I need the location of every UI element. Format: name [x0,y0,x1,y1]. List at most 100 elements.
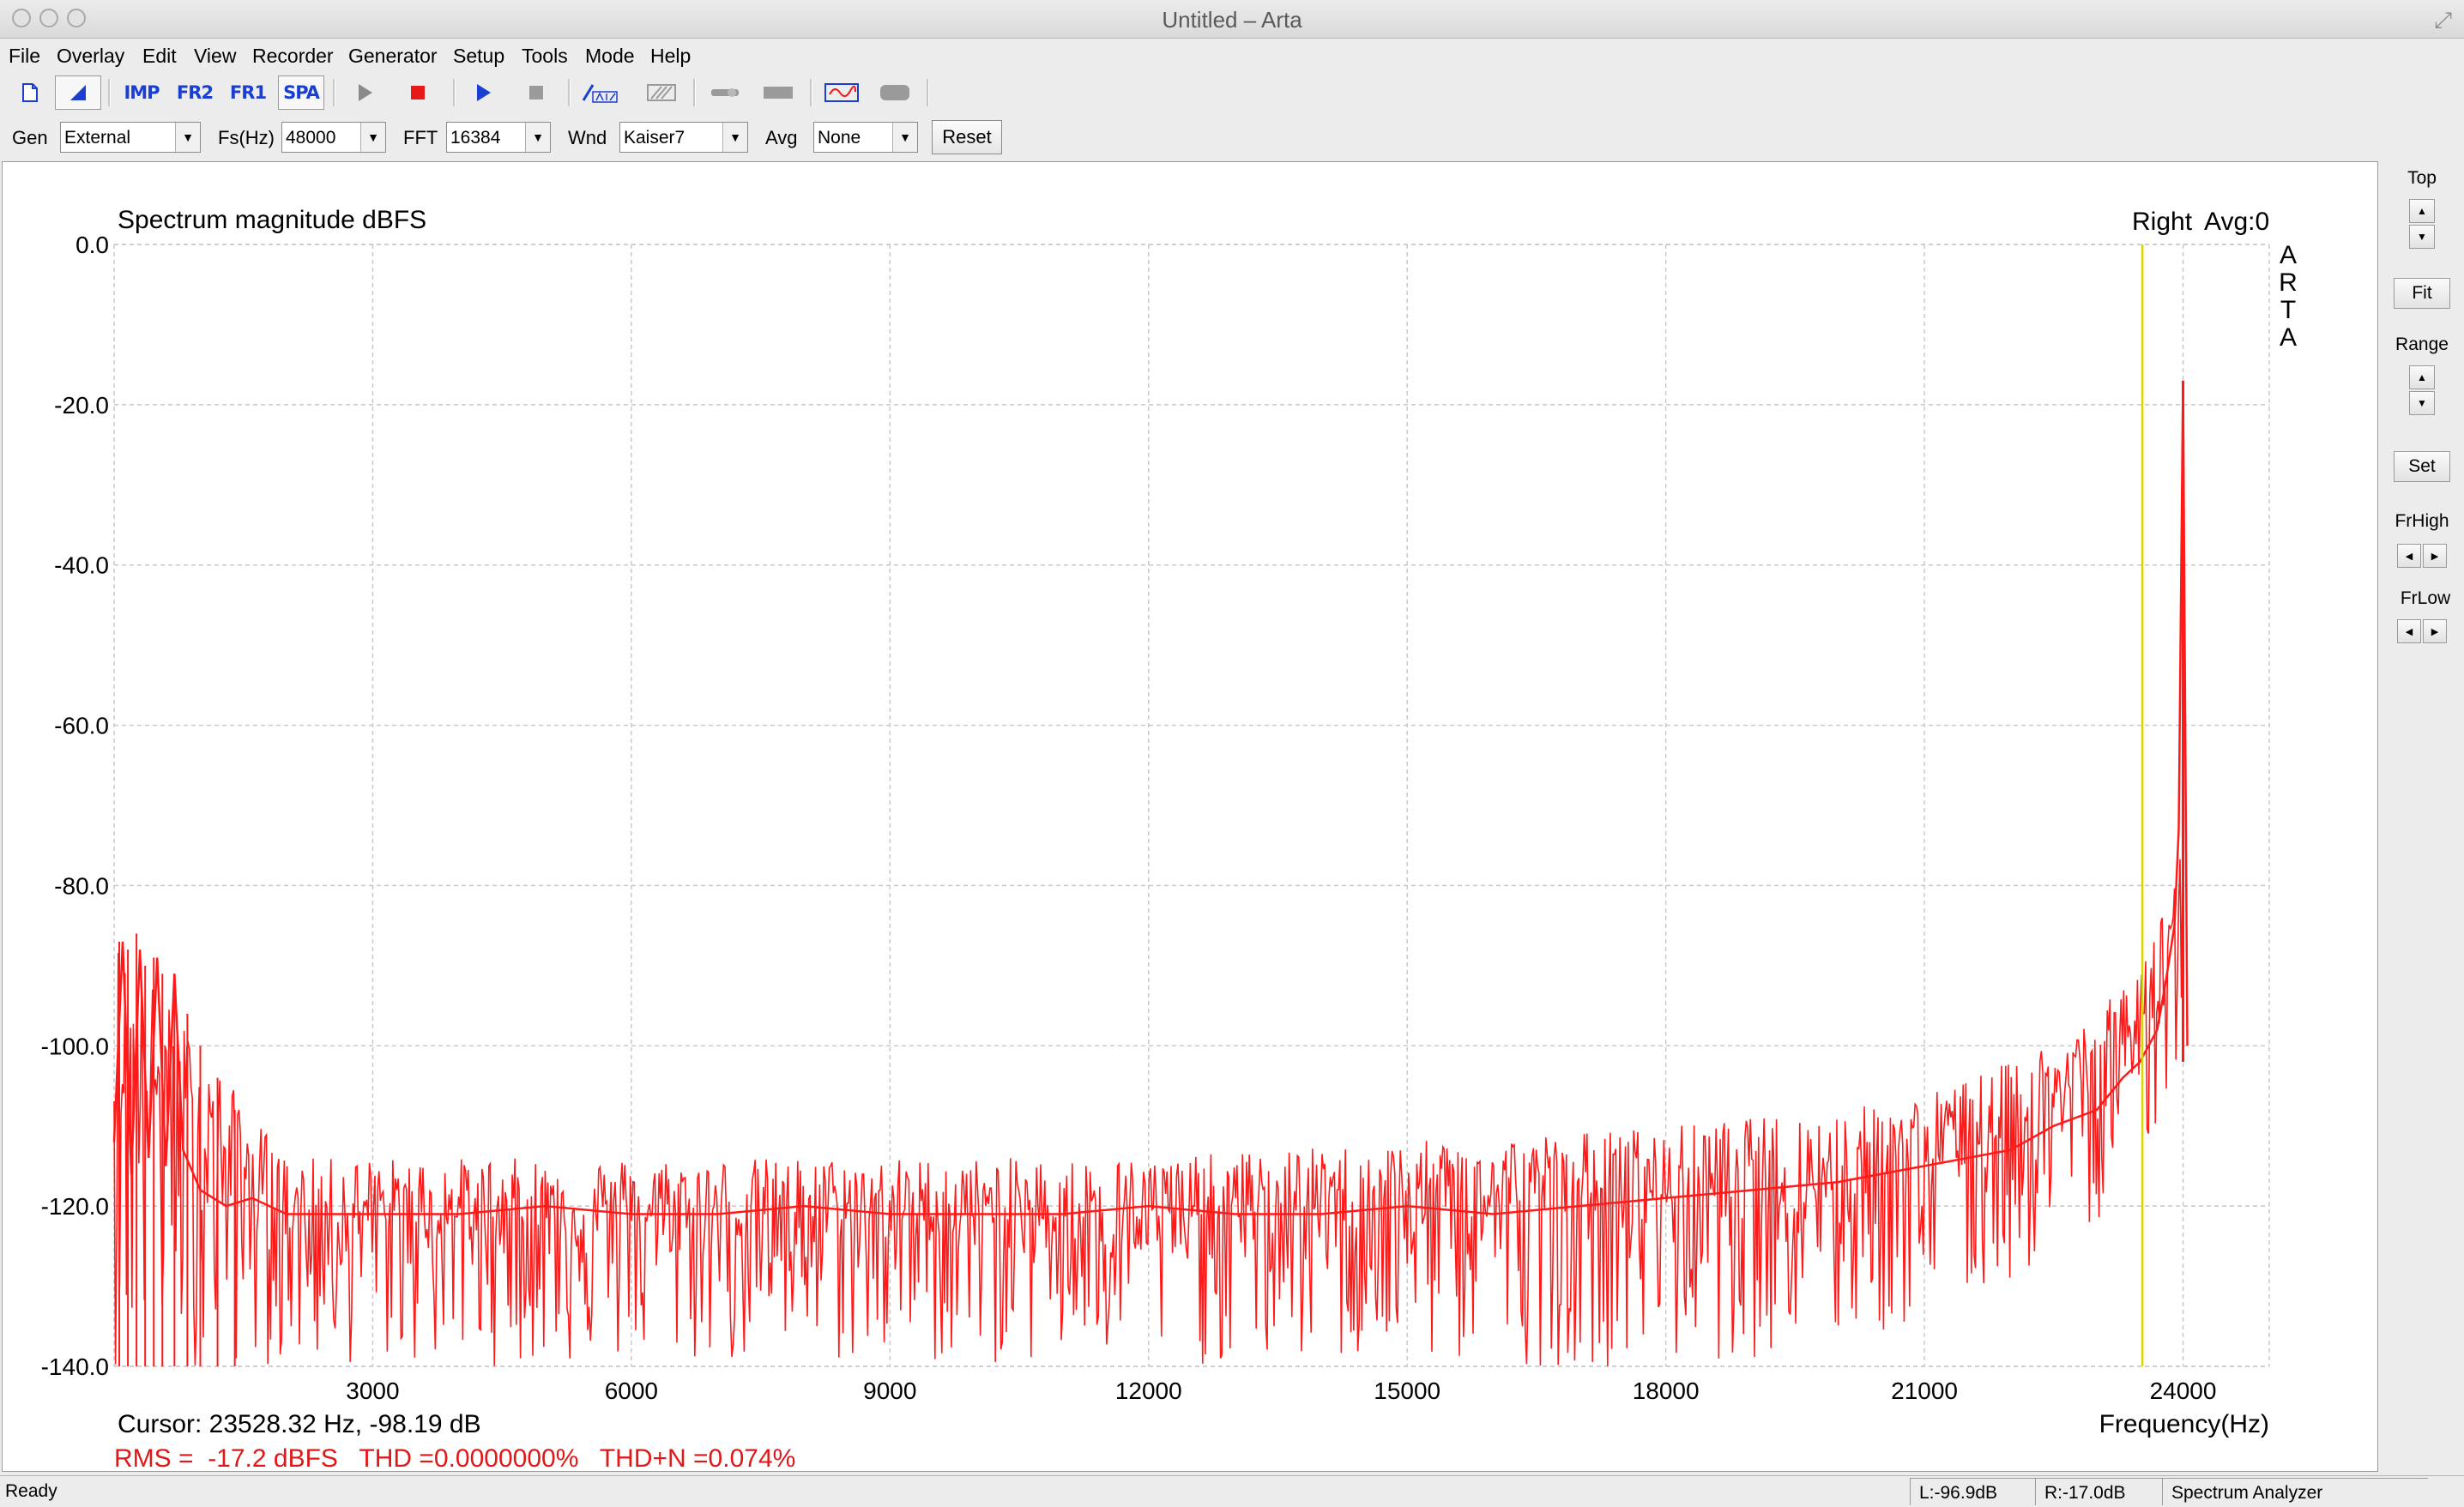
impulse-mode-button[interactable]: IMP [118,75,165,110]
record-stop-button[interactable] [513,75,559,110]
toolbar-separator [568,79,571,106]
watermark-letter: R [2279,268,2298,297]
y-tick-label: -100.0 [41,1033,109,1059]
play-icon [359,84,372,101]
x-tick-label: 24000 [2150,1377,2217,1404]
chevron-down-icon: ▼ [892,123,917,152]
record-play-button[interactable] [460,75,506,110]
cursor-arrow-icon [70,85,86,100]
watermark-letter: T [2280,296,2296,324]
fft-size-value: 16384 [450,128,501,148]
stop-icon [411,86,425,99]
cursor-mode-button[interactable] [55,75,101,110]
frhigh-label: FrHigh [2395,511,2449,531]
y-tick-label: -20.0 [54,392,109,419]
range-up-button[interactable]: ▲ [2409,365,2435,389]
fullscreen-icon[interactable]: ⤢ [2434,7,2452,34]
window-function-select[interactable]: Kaiser7 ▼ [619,122,748,153]
toolbar-separator [108,79,111,106]
window-function-value: Kaiser7 [624,128,685,148]
measurement-readout: RMS = -17.2 dBFS THD =0.0000000% THD+N =… [114,1444,795,1471]
set-button[interactable]: Set [2394,451,2450,482]
channel-label: Right [2132,208,2193,236]
reset-button[interactable]: Reset [932,120,1002,154]
x-tick-label: 6000 [605,1377,658,1404]
top-up-button[interactable]: ▲ [2409,199,2435,223]
scope-button[interactable] [872,75,918,110]
gen-label: Gen [12,127,48,148]
y-tick-label: -120.0 [41,1193,109,1220]
sample-rate-select[interactable]: 48000 ▼ [281,122,386,153]
fft-size-select[interactable]: 16384 ▼ [446,122,551,153]
overlay-button[interactable] [638,75,685,110]
chart-title: Spectrum magnitude dBFS [118,206,426,234]
spectrum-plot-panel[interactable]: 0.0 -20.0 -40.0 -60.0 -80.0 -100.0 -120.0 -140.… [2,161,2378,1472]
window-title: Untitled – Arta [1162,7,1302,33]
menu-tools[interactable]: Tools [522,45,568,68]
generator-select[interactable]: External ▼ [60,122,201,153]
frlow-left-button[interactable]: ◀ [2397,619,2421,643]
new-document-icon [22,83,38,102]
fr2-mode-button[interactable]: FR2 [172,75,218,110]
generator-select-value: External [64,128,131,148]
menu-mode[interactable]: Mode [585,45,635,68]
chevron-up-icon: ▲ [2417,371,2427,383]
fr2-label: FR2 [176,82,214,103]
top-label: Top [2407,168,2437,188]
y-tick-label: -40.0 [54,552,109,579]
spectrum-chart[interactable]: 0.0 -20.0 -40.0 -60.0 -80.0 -100.0 -120.0 -140.… [3,162,2377,1471]
menu-setup[interactable]: Setup [453,45,504,68]
menu-help[interactable]: Help [650,45,691,68]
fr1-mode-button[interactable]: FR1 [225,75,271,110]
spectrum-series-line [112,380,2189,1215]
frhigh-left-button[interactable]: ◀ [2397,544,2421,568]
avg-count-label: Avg:0 [2204,208,2269,236]
autorange-button[interactable] [577,75,623,110]
overlay-icon [647,84,676,101]
calibrate-button[interactable] [755,75,801,110]
menu-file[interactable]: File [9,45,40,68]
averaging-value: None [818,128,861,148]
menu-view[interactable]: View [194,45,236,68]
range-label: Range [2395,335,2449,354]
menu-edit[interactable]: Edit [142,45,177,68]
avg-label: Avg [765,127,798,148]
fit-button[interactable]: Fit [2394,278,2450,309]
x-axis-label: Frequency(Hz) [2099,1410,2269,1438]
generator-play-button[interactable] [341,75,388,110]
new-document-button[interactable] [7,75,53,110]
scope-icon [880,85,909,100]
imp-label: IMP [124,82,160,103]
menu-overlay[interactable]: Overlay [57,45,124,68]
probe-button[interactable] [702,75,748,110]
status-ready: Ready [5,1481,57,1501]
chevron-down-icon: ▼ [722,123,747,152]
averaging-select[interactable]: None ▼ [813,122,918,153]
chevron-up-icon: ▲ [2417,205,2427,217]
frlow-right-button[interactable]: ▶ [2423,619,2447,643]
watermark-letter: A [2280,323,2297,352]
status-left-level: L:-96.9dB [1910,1478,2042,1505]
y-tick-label: 0.0 [75,232,109,258]
title-bar: Untitled – Arta ⤢ [0,0,2464,39]
generator-stop-button[interactable] [395,75,441,110]
range-down-button[interactable]: ▼ [2409,391,2435,415]
arta-watermark: ARTA [2279,241,2298,352]
top-down-button[interactable]: ▼ [2409,225,2435,249]
arta-window: Untitled – Arta ⤢ File Overlay Edit View… [0,0,2464,1507]
status-right-level: R:-17.0dB [2035,1478,2167,1505]
scale-control-panel: Top ▲ ▼ Fit Range ▲ ▼ Set FrHigh ◀ ▶ FrL… [2382,161,2462,1472]
chevron-down-icon: ▼ [525,123,550,152]
frhigh-right-button[interactable]: ▶ [2423,544,2447,568]
toolbar: IMP FR2 FR1 SPA [0,74,2464,113]
signal-generator-button[interactable] [818,75,865,110]
fs-label: Fs(Hz) [218,127,275,148]
x-tick-label: 9000 [863,1377,916,1404]
chevron-down-icon: ▼ [2417,231,2427,243]
chevron-right-icon: ▶ [2431,626,2439,637]
chevron-left-icon: ◀ [2405,551,2413,562]
toolbar-separator [693,79,696,106]
spectrum-mode-button[interactable]: SPA [278,75,324,110]
menu-recorder[interactable]: Recorder [252,45,334,68]
menu-generator[interactable]: Generator [348,45,438,68]
